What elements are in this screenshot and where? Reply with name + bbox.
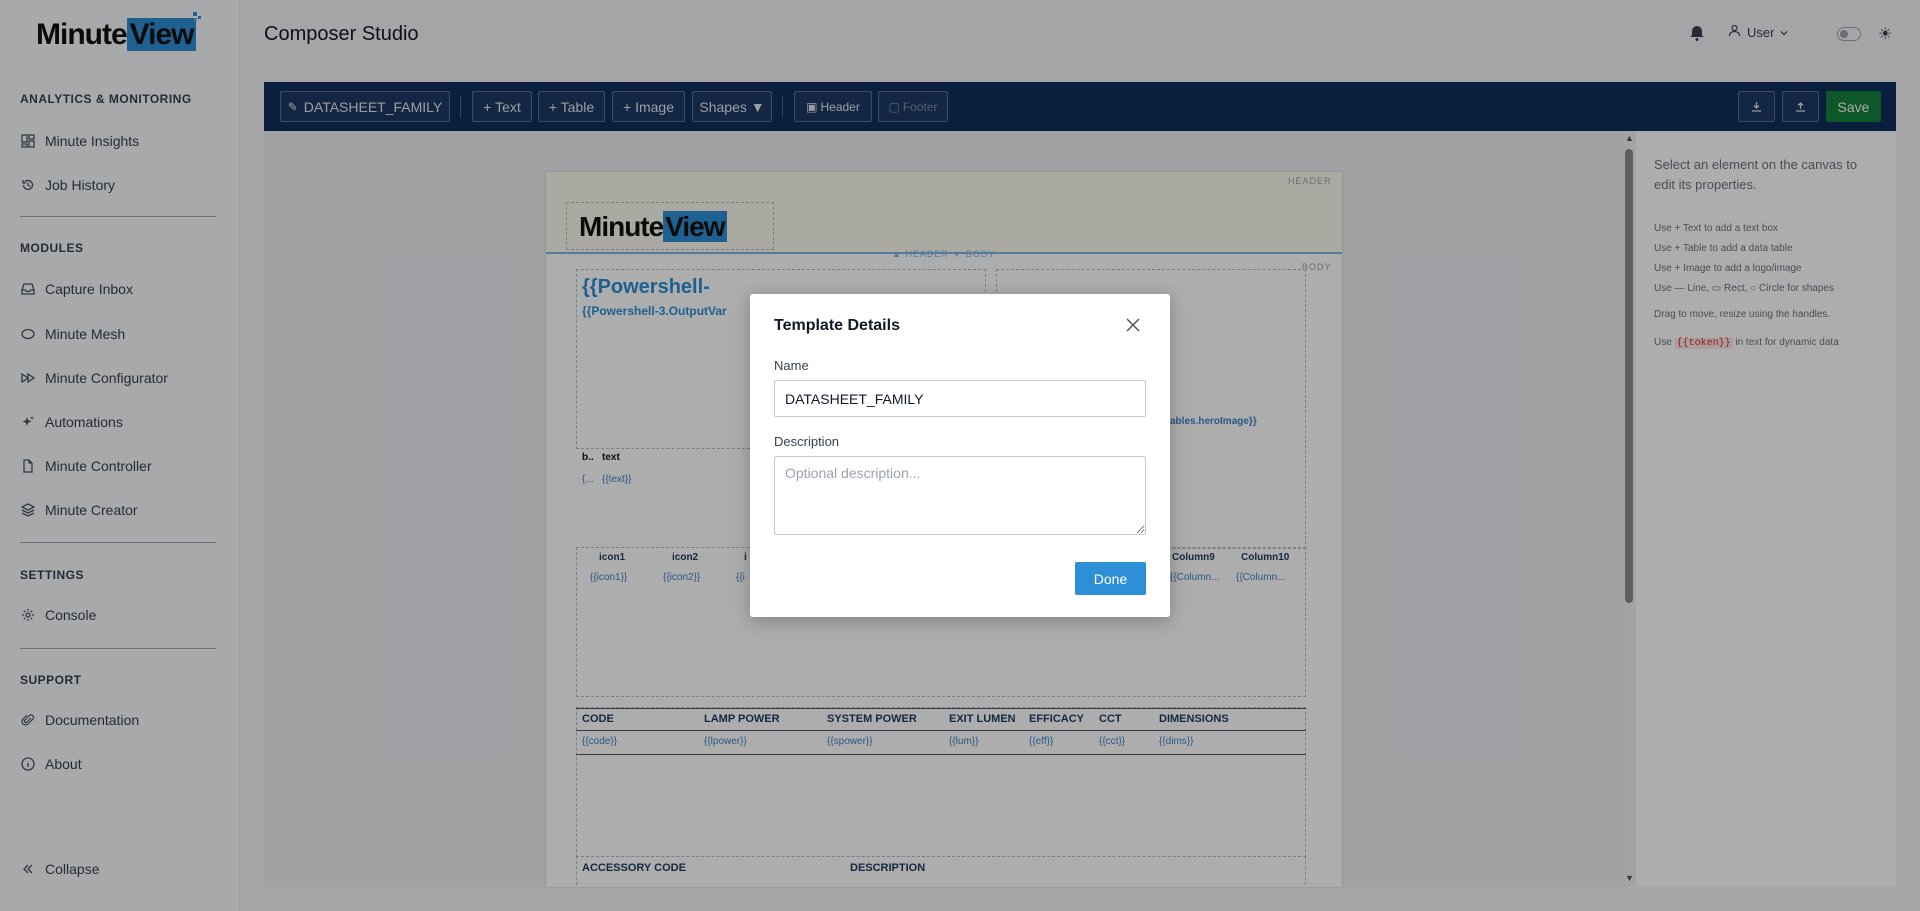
- done-button[interactable]: Done: [1075, 562, 1146, 595]
- template-description-input[interactable]: [774, 456, 1146, 535]
- dialog-title: Template Details: [774, 317, 900, 334]
- name-label: Name: [774, 358, 809, 373]
- close-icon[interactable]: [1124, 316, 1142, 334]
- description-label: Description: [774, 434, 840, 449]
- template-details-dialog: Template Details Name Description Done: [750, 294, 1170, 617]
- template-name-input[interactable]: [774, 380, 1146, 417]
